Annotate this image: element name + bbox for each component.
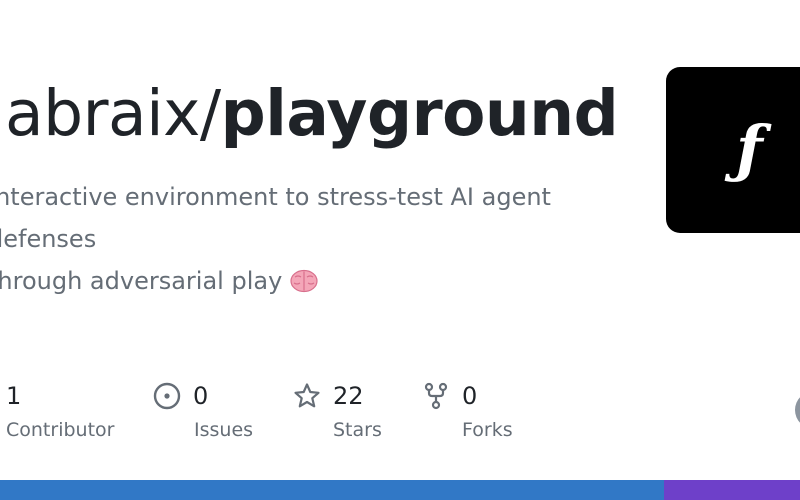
- description-line-1: Interactive environment to stress-test A…: [0, 183, 551, 253]
- issues-count: 0: [193, 382, 209, 410]
- issues-stat[interactable]: 0 Issues: [153, 378, 253, 448]
- star-icon: [293, 382, 321, 410]
- brain-emoji-icon: [290, 269, 318, 293]
- language-bar-segment-2: [664, 480, 800, 500]
- forks-count: 0: [462, 382, 478, 410]
- forks-stat[interactable]: 0 Forks: [422, 378, 513, 448]
- repo-owner[interactable]: labraix: [0, 77, 200, 150]
- issues-label: Issues: [194, 419, 254, 441]
- language-bar: [0, 480, 800, 500]
- repo-forked-icon: [422, 382, 450, 410]
- language-bar-segment-1: [0, 480, 664, 500]
- repo-description: Interactive environment to stress-test A…: [0, 176, 628, 302]
- stars-count: 22: [333, 382, 364, 410]
- contributors-stat[interactable]: 1 Contributor: [6, 378, 114, 448]
- contributors-count: 1: [6, 382, 22, 410]
- issue-opened-icon: [153, 382, 181, 410]
- description-line-2: through adversarial play: [0, 267, 283, 295]
- repo-logo: ƒ: [666, 67, 800, 233]
- repo-name[interactable]: playground: [221, 77, 619, 150]
- logo-glyph: ƒ: [736, 112, 763, 185]
- stars-stat[interactable]: 22 Stars: [293, 378, 382, 448]
- contributors-label: Contributor: [6, 419, 115, 441]
- forks-label: Forks: [462, 419, 513, 441]
- stars-label: Stars: [333, 419, 382, 441]
- repo-title[interactable]: labraix/playground: [0, 72, 619, 156]
- avatar[interactable]: [795, 391, 800, 429]
- repo-separator: /: [199, 77, 221, 150]
